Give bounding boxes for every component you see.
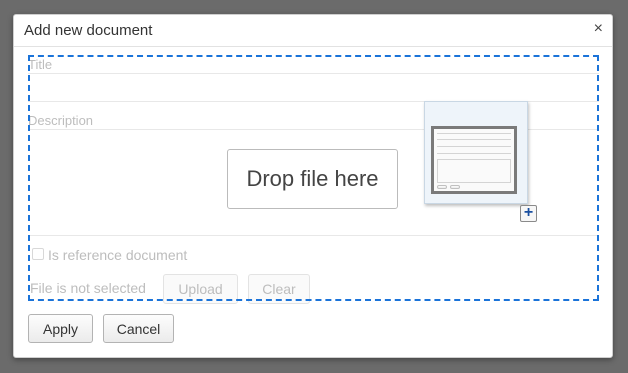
description-label: Description xyxy=(28,113,94,128)
add-document-dialog: Add new document × Title Description Dro… xyxy=(13,14,613,358)
add-file-button[interactable]: + xyxy=(520,204,537,222)
document-form: Title Description Drop file here + Is re… xyxy=(28,55,599,304)
apply-button[interactable]: Apply xyxy=(28,314,93,343)
title-label: Title xyxy=(28,57,53,72)
close-icon[interactable]: × xyxy=(594,20,603,38)
document-preview-icon xyxy=(424,101,528,204)
dialog-header: Add new document × xyxy=(14,15,612,47)
clear-button[interactable]: Clear xyxy=(248,274,310,304)
dialog-title: Add new document xyxy=(24,22,153,39)
plus-icon: + xyxy=(523,204,534,221)
reference-document-checkbox[interactable] xyxy=(32,248,44,260)
upload-button[interactable]: Upload xyxy=(163,274,238,304)
drop-file-box[interactable]: Drop file here xyxy=(227,149,398,209)
reference-document-label: Is reference document xyxy=(48,247,188,263)
title-input[interactable] xyxy=(28,78,599,100)
title-field-top-line xyxy=(28,73,599,74)
cancel-button[interactable]: Cancel xyxy=(103,314,174,343)
description-field-divider xyxy=(28,235,599,236)
file-status-text: File is not selected xyxy=(30,280,146,296)
